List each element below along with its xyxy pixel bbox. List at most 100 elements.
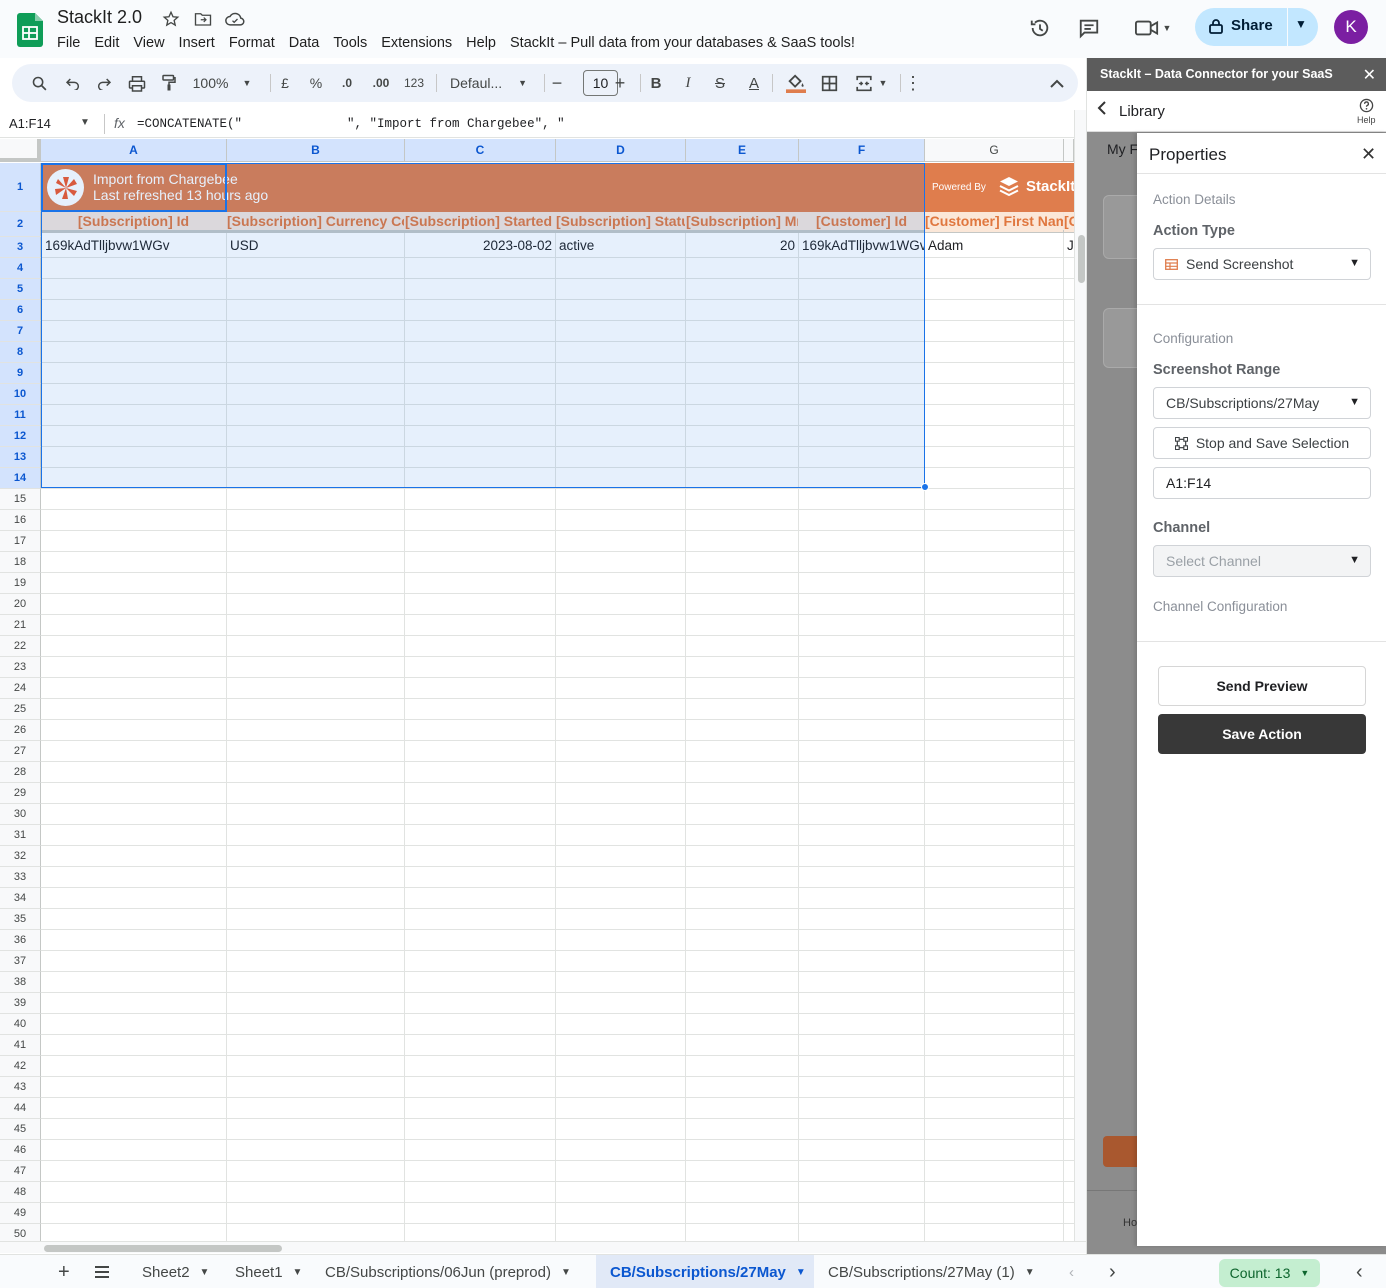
- row-header-30[interactable]: 30: [0, 804, 41, 825]
- header-cell[interactable]: [Subscription] Currency Code: [227, 212, 404, 232]
- percent-format-button[interactable]: %: [307, 73, 325, 93]
- cell-c3[interactable]: 2023-08-02: [405, 237, 555, 257]
- row-header-10[interactable]: 10: [0, 384, 41, 405]
- row-header-5[interactable]: 5: [0, 279, 41, 300]
- header-cell[interactable]: [Subscription] Id: [41, 212, 226, 232]
- header-cell[interactable]: [Customer] Id: [799, 212, 924, 232]
- row-header-25[interactable]: 25: [0, 699, 41, 720]
- header-cell[interactable]: [Subscription] Started At: [405, 212, 555, 232]
- column-header-h[interactable]: [1064, 139, 1074, 162]
- row-header-46[interactable]: 46: [0, 1140, 41, 1161]
- text-color-button[interactable]: A: [744, 73, 764, 93]
- strikethrough-button[interactable]: S: [710, 73, 730, 93]
- row-header-8[interactable]: 8: [0, 342, 41, 363]
- row-header-15[interactable]: 15: [0, 489, 41, 510]
- row-header-37[interactable]: 37: [0, 951, 41, 972]
- row-header-16[interactable]: 16: [0, 510, 41, 531]
- row-header-6[interactable]: 6: [0, 300, 41, 321]
- close-icon[interactable]: ✕: [1363, 65, 1376, 85]
- row-header-47[interactable]: 47: [0, 1161, 41, 1182]
- row-header-21[interactable]: 21: [0, 615, 41, 636]
- row-header-31[interactable]: 31: [0, 825, 41, 846]
- row-header-18[interactable]: 18: [0, 552, 41, 573]
- row-header-32[interactable]: 32: [0, 846, 41, 867]
- column-header-g[interactable]: G: [925, 139, 1064, 162]
- vertical-scroll-thumb[interactable]: [1078, 235, 1085, 283]
- decrease-decimal-button[interactable]: .0: [336, 73, 358, 93]
- row-header-49[interactable]: 49: [0, 1203, 41, 1224]
- tab-caret-icon[interactable]: ▼: [293, 1267, 303, 1278]
- cell-f3[interactable]: 169kAdTlljbvw1WGv: [799, 237, 924, 257]
- formula-input[interactable]: =CONCATENATE(" ", "Import from Chargebee…: [137, 117, 565, 131]
- font-select[interactable]: Defaul... ▼: [444, 73, 530, 93]
- avatar[interactable]: K: [1334, 10, 1368, 44]
- row-header-11[interactable]: 11: [0, 405, 41, 426]
- row-header-34[interactable]: 34: [0, 888, 41, 909]
- row-header-35[interactable]: 35: [0, 909, 41, 930]
- zoom-select[interactable]: 100% ▼: [192, 73, 252, 93]
- tab-cb-subscriptions-06jun[interactable]: CB/Subscriptions/06Jun (preprod) ▼: [311, 1255, 585, 1288]
- currency-format-button[interactable]: £: [276, 73, 294, 93]
- more-formats-button[interactable]: 123: [402, 73, 426, 93]
- row-header-26[interactable]: 26: [0, 720, 41, 741]
- column-header-a[interactable]: A: [41, 139, 227, 162]
- close-icon[interactable]: ✕: [1361, 144, 1376, 165]
- add-sheet-icon[interactable]: +: [44, 1255, 84, 1288]
- tab-sheet1[interactable]: Sheet1 ▼: [221, 1255, 316, 1288]
- name-box-caret-icon[interactable]: ▼: [80, 117, 90, 128]
- spreadsheet-grid[interactable]: ABCDEFG 1 2 3 4 5 6 7 8 9 10 11 12 13 14 15 16 17 18 19 20 2…: [0, 139, 1074, 1241]
- tab-sheet2[interactable]: Sheet2 ▼: [128, 1255, 223, 1288]
- fill-color-icon[interactable]: [784, 73, 808, 93]
- row-header-3[interactable]: 3: [0, 237, 41, 258]
- scroll-tabs-left-icon[interactable]: ‹: [1055, 1255, 1088, 1288]
- more-options-icon[interactable]: ⋮: [904, 73, 922, 93]
- row-header-36[interactable]: 36: [0, 930, 41, 951]
- name-box[interactable]: A1:F14: [9, 116, 51, 131]
- row-header-48[interactable]: 48: [0, 1182, 41, 1203]
- header-cell[interactable]: [Subscription] Mrr: [686, 212, 798, 232]
- row-header-45[interactable]: 45: [0, 1119, 41, 1140]
- row-header-7[interactable]: 7: [0, 321, 41, 342]
- row-header-39[interactable]: 39: [0, 993, 41, 1014]
- cell-d3[interactable]: active: [556, 237, 685, 257]
- cell-a3[interactable]: 169kAdTlljbvw1WGv: [42, 237, 227, 257]
- merge-cells-icon[interactable]: ▼: [850, 73, 892, 93]
- version-history-icon[interactable]: [1028, 16, 1052, 40]
- row-header-24[interactable]: 24: [0, 678, 41, 699]
- selection-drag-handle[interactable]: [921, 483, 929, 491]
- tab-cb-subscriptions-27may-1[interactable]: CB/Subscriptions/27May (1) ▼: [814, 1255, 1049, 1288]
- collapse-menus-icon[interactable]: [1047, 73, 1067, 93]
- import-banner[interactable]: Import from Chargebee Last refreshed 13 …: [41, 163, 1074, 212]
- bold-button[interactable]: B: [646, 73, 666, 93]
- side-panel-toggle-icon[interactable]: ‹: [1342, 1255, 1377, 1288]
- row-header-43[interactable]: 43: [0, 1077, 41, 1098]
- row-header-42[interactable]: 42: [0, 1056, 41, 1077]
- column-header-f[interactable]: F: [799, 139, 925, 162]
- comments-icon[interactable]: [1077, 16, 1101, 40]
- row-header-9[interactable]: 9: [0, 363, 41, 384]
- row-header-29[interactable]: 29: [0, 783, 41, 804]
- print-icon[interactable]: [126, 73, 148, 93]
- row-header-12[interactable]: 12: [0, 426, 41, 447]
- row-header-19[interactable]: 19: [0, 573, 41, 594]
- save-action-button[interactable]: Save Action: [1158, 714, 1366, 754]
- range-input[interactable]: A1:F14: [1153, 467, 1371, 499]
- cell-b3[interactable]: USD: [227, 237, 404, 257]
- tab-caret-icon[interactable]: ▼: [200, 1267, 210, 1278]
- row-header-22[interactable]: 22: [0, 636, 41, 657]
- vertical-scrollbar[interactable]: [1074, 110, 1086, 1241]
- increase-font-size-icon[interactable]: +: [612, 73, 628, 93]
- row-header-44[interactable]: 44: [0, 1098, 41, 1119]
- tab-caret-icon[interactable]: ▼: [1025, 1267, 1035, 1278]
- column-header-e[interactable]: E: [686, 139, 799, 162]
- undo-icon[interactable]: [62, 73, 84, 93]
- cell-h3[interactable]: J: [1064, 237, 1074, 257]
- row-header-33[interactable]: 33: [0, 867, 41, 888]
- paint-format-icon[interactable]: [158, 73, 180, 93]
- library-link[interactable]: Library: [1119, 103, 1165, 120]
- help-button[interactable]: Help: [1357, 98, 1376, 125]
- increase-decimal-button[interactable]: .00: [368, 73, 394, 93]
- meet-icon[interactable]: ▼: [1130, 16, 1176, 40]
- row-header-40[interactable]: 40: [0, 1014, 41, 1035]
- row-header-2[interactable]: 2: [0, 212, 41, 237]
